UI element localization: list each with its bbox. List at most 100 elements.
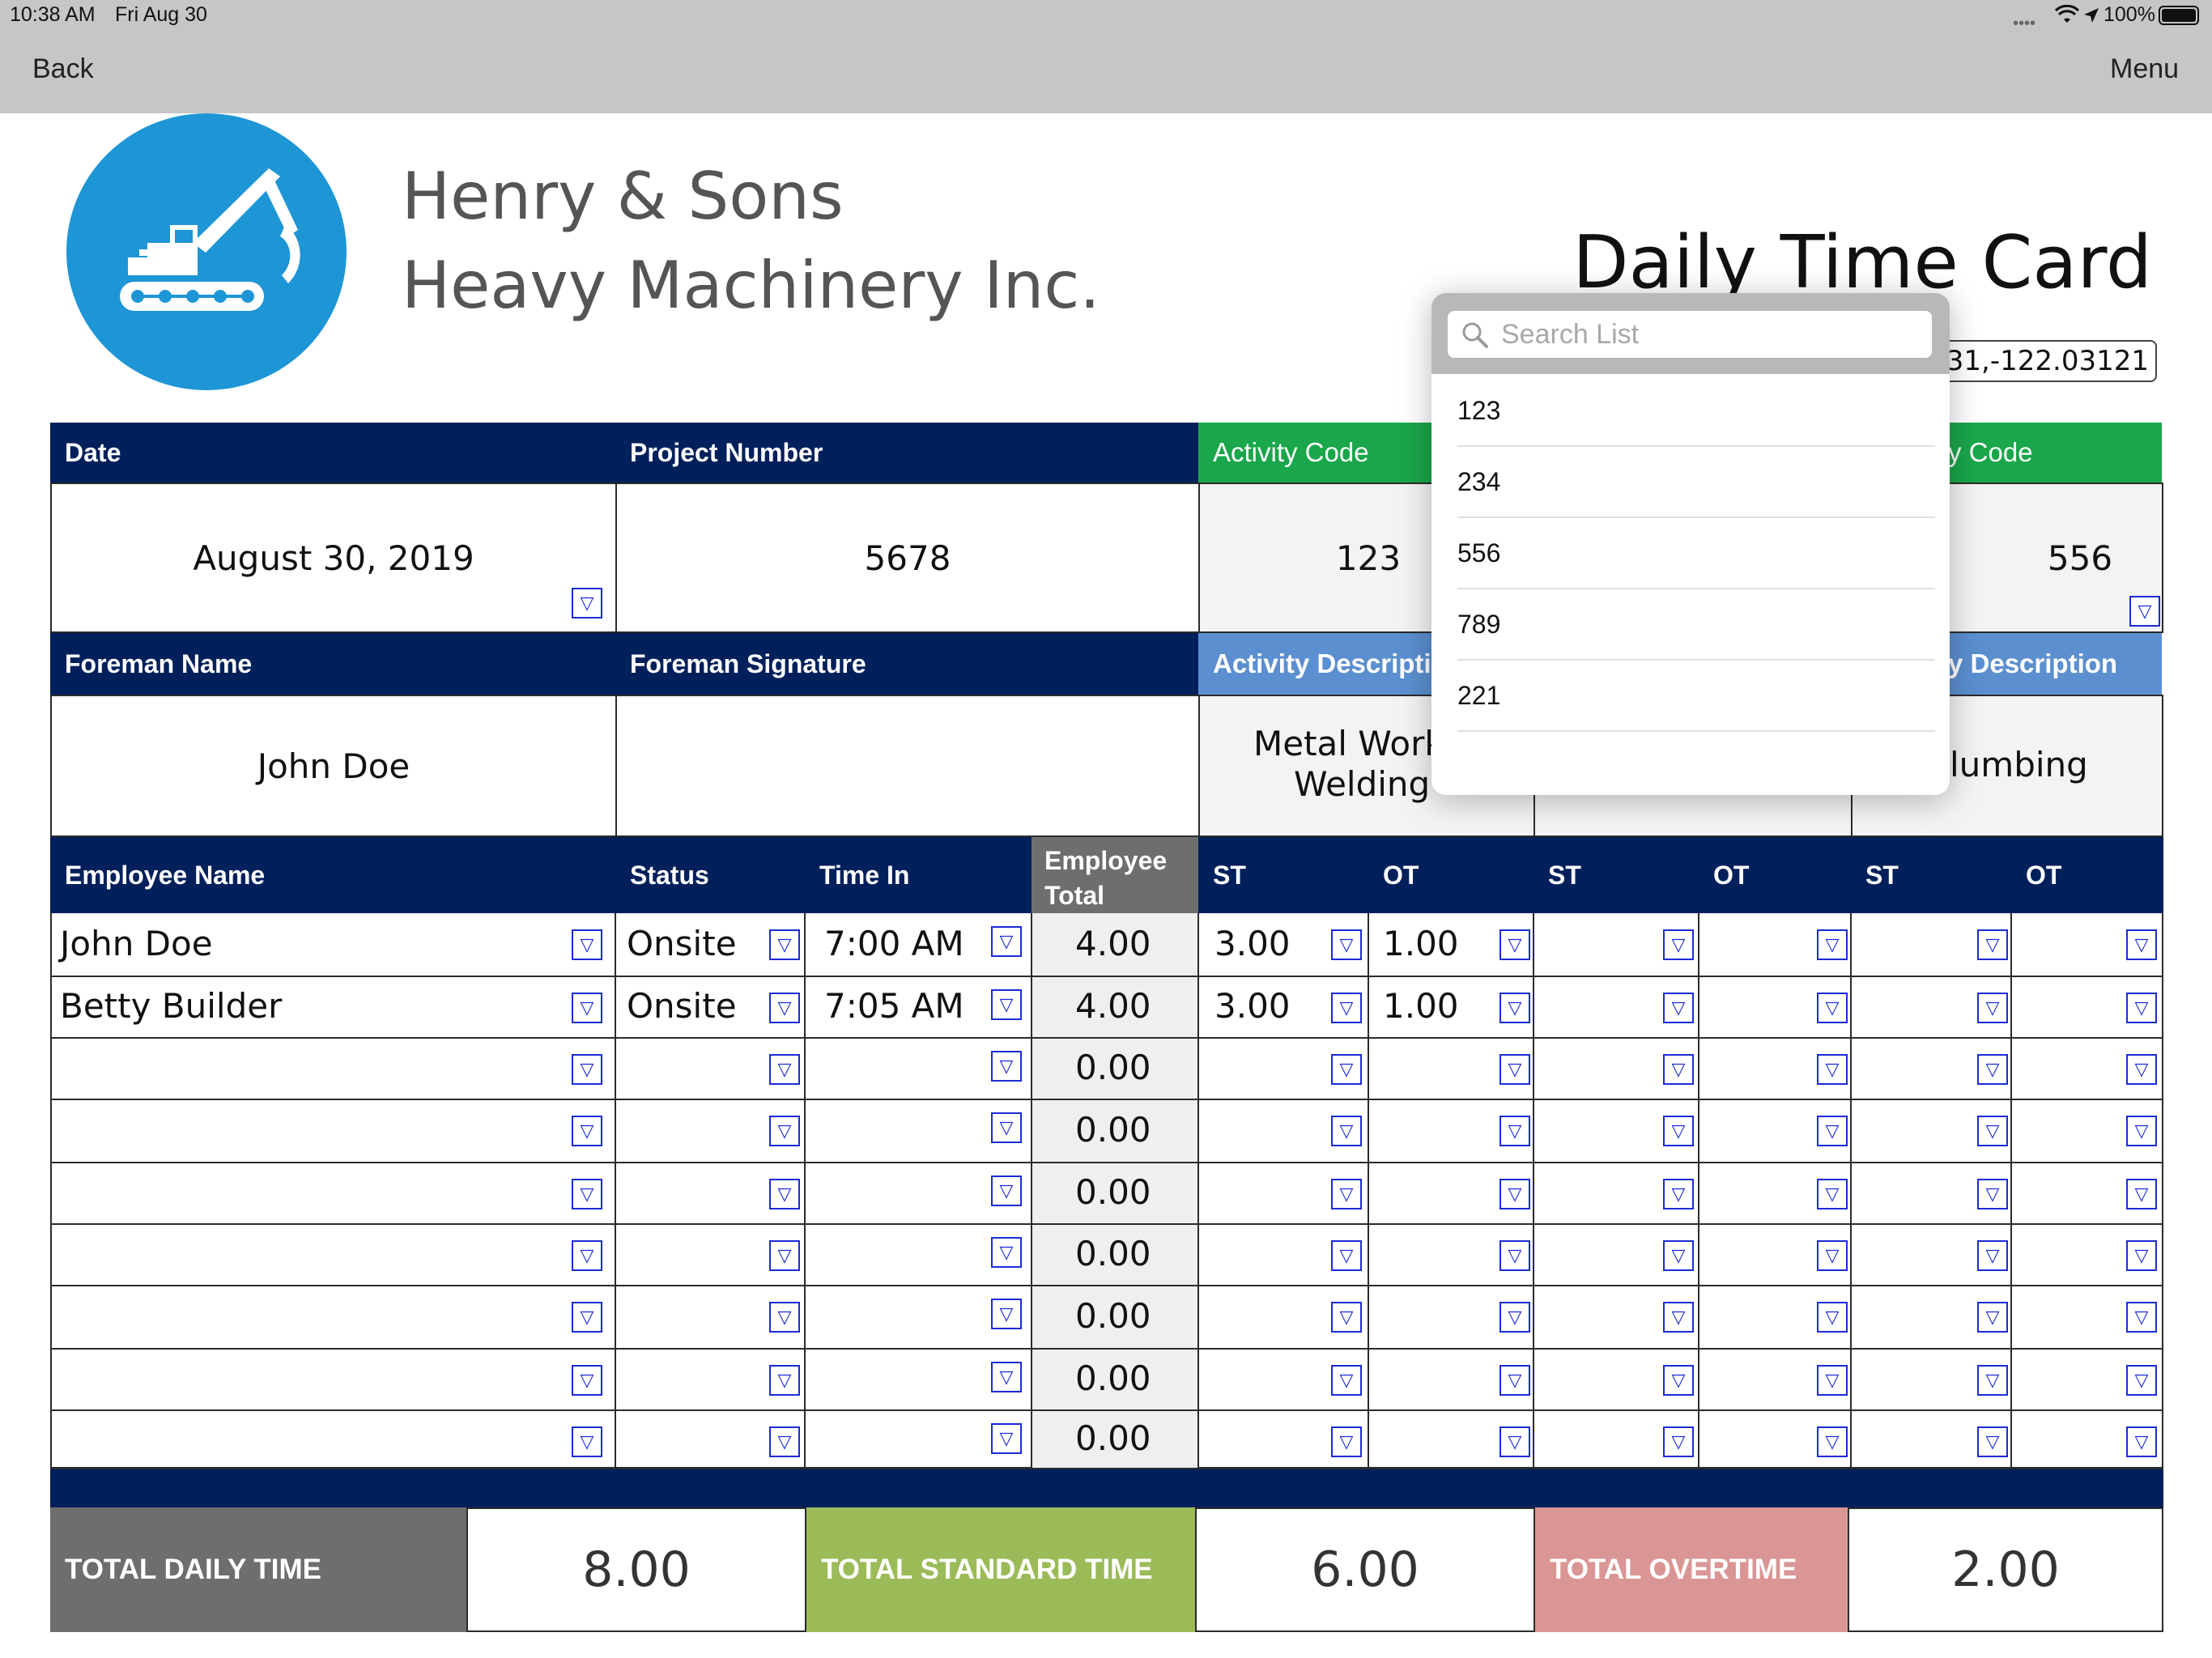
dropdown-icon[interactable]: ▽	[2126, 1240, 2157, 1271]
dropdown-icon[interactable]: ▽	[572, 1116, 602, 1146]
foreman-signature-field[interactable]	[615, 695, 1200, 837]
list-item[interactable]: 123	[1457, 376, 1935, 447]
dropdown-icon[interactable]: ▽	[2126, 1116, 2157, 1146]
dropdown-icon[interactable]: ▽	[1977, 1365, 2008, 1396]
dropdown-icon[interactable]: ▽	[991, 926, 1022, 957]
list-item[interactable]: 234	[1457, 447, 1935, 518]
dropdown-icon[interactable]: ▽	[1331, 929, 1362, 960]
dropdown-icon[interactable]: ▽	[1817, 1240, 1848, 1271]
dropdown-icon[interactable]: ▽	[1499, 1054, 1530, 1085]
dropdown-icon[interactable]: ▽	[1499, 1365, 1530, 1396]
dropdown-icon[interactable]: ▽	[1817, 1179, 1848, 1209]
dropdown-icon[interactable]: ▽	[1977, 1302, 2008, 1333]
dropdown-icon[interactable]: ▽	[1817, 1054, 1848, 1085]
dropdown-icon[interactable]: ▽	[991, 1362, 1022, 1392]
dropdown-icon[interactable]: ▽	[572, 1426, 602, 1457]
dropdown-icon[interactable]: ▽	[769, 1116, 800, 1146]
dropdown-icon[interactable]: ▽	[1331, 1302, 1362, 1333]
dropdown-icon[interactable]: ▽	[1331, 1179, 1362, 1209]
dropdown-icon[interactable]: ▽	[1663, 1054, 1694, 1085]
dropdown-icon[interactable]: ▽	[1663, 1116, 1694, 1146]
project-number-field[interactable]: 5678	[615, 483, 1200, 633]
dropdown-icon[interactable]: ▽	[2126, 1179, 2157, 1209]
name-cell[interactable]: John Doe	[60, 921, 213, 967]
dropdown-icon[interactable]: ▽	[991, 1299, 1022, 1329]
dropdown-icon[interactable]: ▽	[1663, 1179, 1694, 1209]
dropdown-icon[interactable]: ▽	[1663, 929, 1694, 960]
date-dropdown-icon[interactable]: ▽	[572, 588, 602, 619]
dropdown-icon[interactable]: ▽	[1817, 929, 1848, 960]
dropdown-icon[interactable]: ▽	[991, 1423, 1022, 1454]
dropdown-icon[interactable]: ▽	[572, 1054, 602, 1085]
date-field[interactable]: August 30, 2019	[50, 483, 617, 633]
dropdown-icon[interactable]: ▽	[572, 993, 602, 1023]
ot1-cell[interactable]: 1.00	[1383, 984, 1459, 1028]
activity-code-dropdown-icon[interactable]: ▽	[2129, 596, 2160, 627]
dropdown-icon[interactable]: ▽	[1331, 993, 1362, 1023]
list-item[interactable]: 221	[1457, 661, 1935, 732]
dropdown-icon[interactable]: ▽	[572, 929, 602, 960]
dropdown-icon[interactable]: ▽	[1977, 1054, 2008, 1085]
dropdown-icon[interactable]: ▽	[1331, 1365, 1362, 1396]
dropdown-icon[interactable]: ▽	[991, 1112, 1022, 1143]
menu-button[interactable]: Menu	[2110, 53, 2179, 85]
dropdown-icon[interactable]: ▽	[1663, 1365, 1694, 1396]
dropdown-icon[interactable]: ▽	[1499, 1240, 1530, 1271]
dropdown-icon[interactable]: ▽	[1977, 1240, 2008, 1271]
status-cell[interactable]: Onsite	[627, 921, 737, 967]
dropdown-icon[interactable]: ▽	[1817, 1426, 1848, 1457]
dropdown-icon[interactable]: ▽	[1499, 1116, 1530, 1146]
dropdown-icon[interactable]: ▽	[1663, 993, 1694, 1023]
dropdown-icon[interactable]: ▽	[991, 1237, 1022, 1268]
st1-cell[interactable]: 3.00	[1214, 984, 1291, 1028]
dropdown-icon[interactable]: ▽	[769, 1179, 800, 1209]
list-item[interactable]: 556	[1457, 518, 1935, 589]
dropdown-icon[interactable]: ▽	[1817, 1302, 1848, 1333]
dropdown-icon[interactable]: ▽	[769, 929, 800, 960]
dropdown-icon[interactable]: ▽	[572, 1240, 602, 1271]
dropdown-icon[interactable]: ▽	[1663, 1302, 1694, 1333]
dropdown-icon[interactable]: ▽	[991, 1051, 1022, 1082]
time-in-cell[interactable]: 7:00 AM	[824, 921, 964, 967]
dropdown-icon[interactable]: ▽	[769, 1240, 800, 1271]
gps-coordinates-field[interactable]: 31,-122.03121	[1927, 340, 2157, 382]
dropdown-icon[interactable]: ▽	[769, 1302, 800, 1333]
dropdown-icon[interactable]: ▽	[1817, 993, 1848, 1023]
dropdown-icon[interactable]: ▽	[1977, 929, 2008, 960]
time-in-cell[interactable]: 7:05 AM	[824, 984, 964, 1028]
dropdown-icon[interactable]: ▽	[1817, 1116, 1848, 1146]
dropdown-icon[interactable]: ▽	[1331, 1116, 1362, 1146]
dropdown-icon[interactable]: ▽	[2126, 1426, 2157, 1457]
dropdown-icon[interactable]: ▽	[1499, 993, 1530, 1023]
dropdown-icon[interactable]: ▽	[572, 1179, 602, 1209]
dropdown-icon[interactable]: ▽	[2126, 929, 2157, 960]
name-cell[interactable]: Betty Builder	[60, 984, 282, 1028]
dropdown-icon[interactable]: ▽	[2126, 1302, 2157, 1333]
dropdown-icon[interactable]: ▽	[2126, 1054, 2157, 1085]
dropdown-icon[interactable]: ▽	[1331, 1054, 1362, 1085]
dropdown-icon[interactable]: ▽	[1499, 929, 1530, 960]
dropdown-icon[interactable]: ▽	[1977, 1179, 2008, 1209]
foreman-name-field[interactable]: John Doe	[50, 695, 617, 837]
dropdown-icon[interactable]: ▽	[1977, 1116, 2008, 1146]
st1-cell[interactable]: 3.00	[1214, 921, 1291, 967]
dropdown-icon[interactable]: ▽	[1663, 1426, 1694, 1457]
dropdown-icon[interactable]: ▽	[1499, 1302, 1530, 1333]
dropdown-icon[interactable]: ▽	[1331, 1240, 1362, 1271]
dropdown-icon[interactable]: ▽	[572, 1365, 602, 1396]
search-list-input[interactable]: Search List	[1448, 311, 1932, 358]
ot1-cell[interactable]: 1.00	[1383, 921, 1459, 967]
dropdown-icon[interactable]: ▽	[769, 1365, 800, 1396]
dropdown-icon[interactable]: ▽	[2126, 1365, 2157, 1396]
dropdown-icon[interactable]: ▽	[769, 993, 800, 1023]
dropdown-icon[interactable]: ▽	[572, 1302, 602, 1333]
status-cell[interactable]: Onsite	[627, 984, 737, 1028]
dropdown-icon[interactable]: ▽	[991, 989, 1022, 1020]
dropdown-icon[interactable]: ▽	[2126, 993, 2157, 1023]
dropdown-icon[interactable]: ▽	[769, 1054, 800, 1085]
list-item[interactable]: 789	[1457, 589, 1935, 661]
dropdown-icon[interactable]: ▽	[991, 1175, 1022, 1206]
dropdown-icon[interactable]: ▽	[1977, 1426, 2008, 1457]
dropdown-icon[interactable]: ▽	[1977, 993, 2008, 1023]
dropdown-icon[interactable]: ▽	[1331, 1426, 1362, 1457]
